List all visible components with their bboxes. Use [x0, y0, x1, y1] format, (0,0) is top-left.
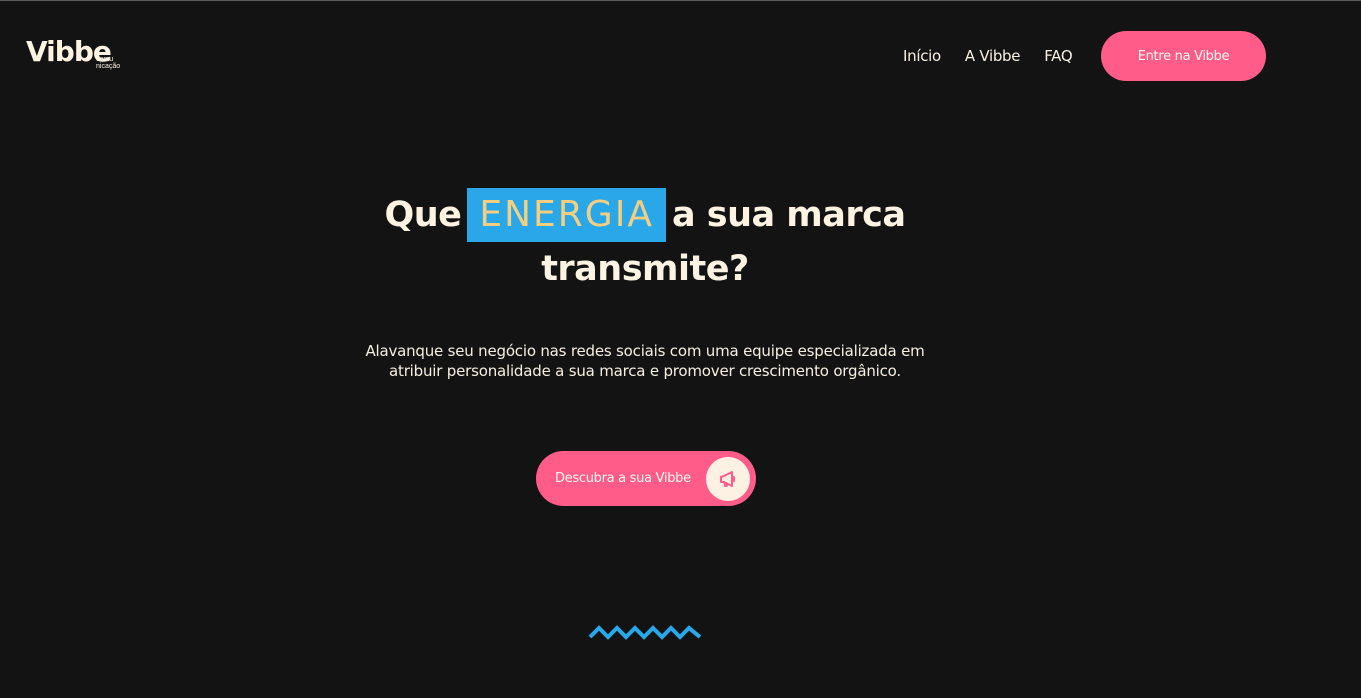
join-vibbe-button[interactable]: Entre na Vibbe [1101, 31, 1266, 81]
subtitle-line-1: Alavanque seu negócio nas redes sociais … [365, 342, 925, 360]
subtitle-line-2: atribuir personalidade a sua marca e pro… [389, 362, 901, 380]
headline-suffix: a sua marca [671, 195, 906, 235]
logo-tagline: comu nicação [96, 56, 120, 70]
megaphone-icon [706, 456, 750, 501]
nav-item-a-vibbe[interactable]: A Vibbe [965, 47, 1021, 65]
main-nav: Início A Vibbe FAQ [903, 31, 1096, 81]
nav-item-faq[interactable]: FAQ [1044, 47, 1072, 65]
wave-decoration [588, 625, 702, 640]
logo-tagline-line-1: comu [96, 56, 114, 63]
discover-vibbe-button[interactable]: Descubra a sua Vibbe [536, 451, 756, 506]
nav-item-inicio[interactable]: Início [903, 47, 941, 65]
brand-logo[interactable]: Vibbe comu nicação [26, 36, 136, 76]
top-border [0, 0, 1361, 1]
headline-line-2: transmite? [541, 249, 749, 289]
headline-highlight: ENERGIA [467, 188, 666, 242]
hero-headline: Que ENERGIA a sua marca transmite? [0, 188, 1290, 296]
discover-vibbe-label: Descubra a sua Vibbe [555, 471, 691, 486]
hero-subtitle: Alavanque seu negócio nas redes sociais … [0, 341, 1290, 381]
logo-tagline-line-2: nicação [96, 63, 121, 70]
headline-prefix: Que [384, 195, 462, 235]
